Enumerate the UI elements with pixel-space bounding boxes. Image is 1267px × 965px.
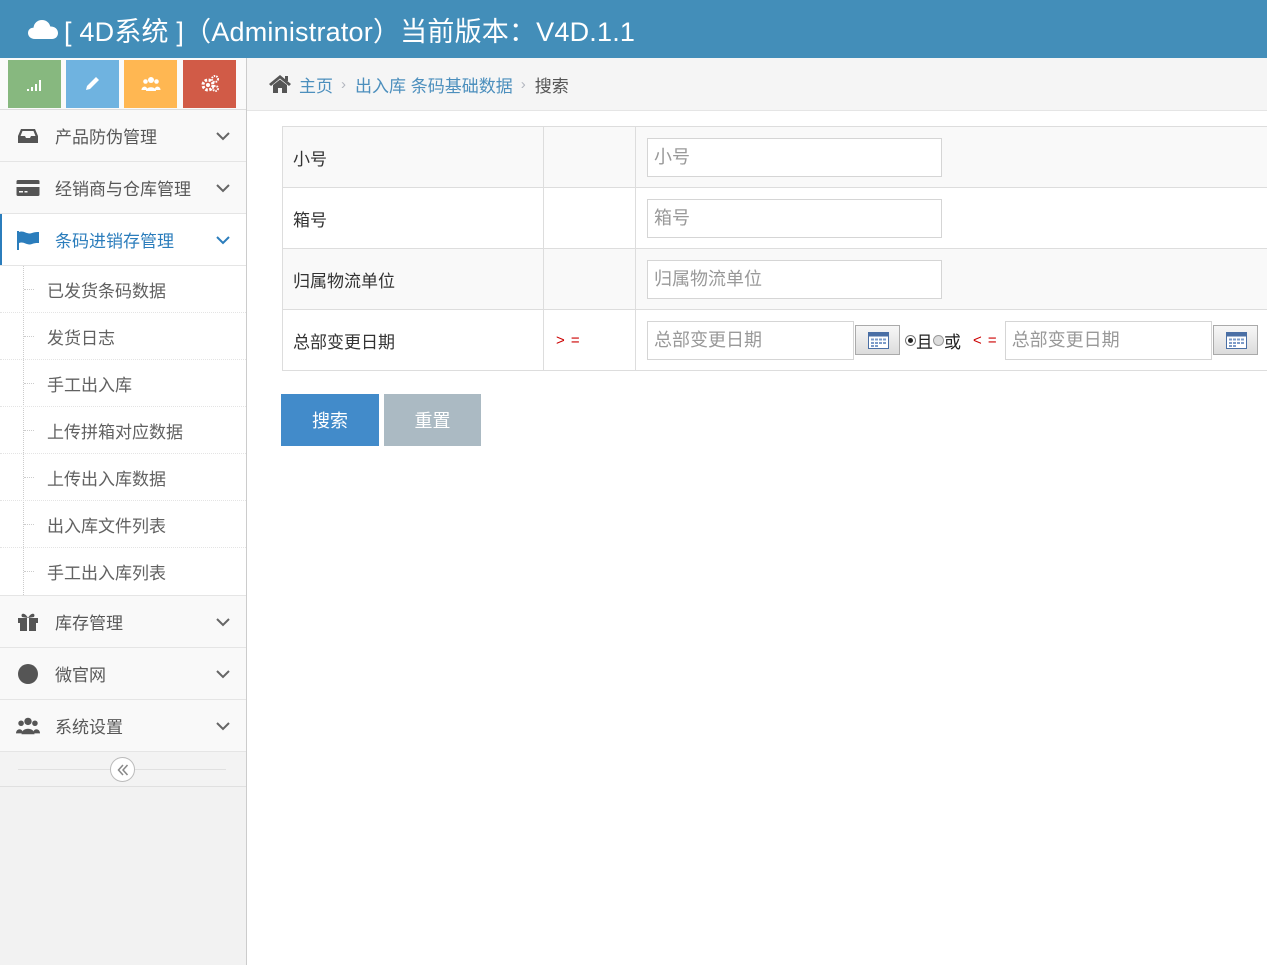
change-date-label: 总部变更日期: [282, 309, 544, 371]
home-icon: [269, 75, 291, 93]
sidebar-subitem-label: 手工出入库: [47, 375, 132, 395]
search-form-table: 小号 箱号 归属物流单位 总部变更日期 > = 且或 < =: [282, 126, 1267, 371]
box-no-label: 箱号: [282, 187, 544, 249]
sidebar-item-anti-counterfeit[interactable]: 产品防伪管理: [0, 110, 246, 162]
sidebar-item-label: 系统设置: [55, 718, 123, 737]
operator-gte: > =: [543, 309, 636, 371]
sidebar-subitem-label: 发货日志: [47, 328, 115, 348]
operator-cell: [543, 187, 636, 249]
cogs-icon: [201, 75, 219, 92]
sidebar-subitem-label: 上传拼箱对应数据: [47, 422, 183, 442]
sidebar-subitem-manual-inout[interactable]: 手工出入库: [0, 360, 246, 407]
app-title: [ 4D系统 ]（Administrator）当前版本：V4D.1.1: [64, 16, 636, 47]
change-date-to-input[interactable]: [1004, 320, 1212, 360]
gift-icon: [16, 612, 40, 632]
value-cell: [635, 248, 1267, 310]
reset-button[interactable]: 重置: [384, 394, 481, 446]
chevron-down-icon: [216, 721, 230, 730]
search-button[interactable]: 搜索: [281, 394, 379, 446]
sidebar-item-micro-site[interactable]: 微官网: [0, 648, 246, 700]
pencil-icon: [85, 77, 99, 90]
small-no-input[interactable]: [647, 137, 942, 177]
value-cell: [635, 187, 1267, 249]
sidebar-subitem-label: 出入库文件列表: [47, 516, 166, 536]
and-radio[interactable]: [905, 334, 916, 346]
breadcrumb: 主页 › 出入库 条码基础数据 › 搜索: [247, 58, 1267, 111]
value-cell: 且或 < =: [635, 309, 1267, 371]
sidebar-collapse-button[interactable]: [110, 757, 135, 782]
sidebar-subitem-label: 手工出入库列表: [47, 564, 166, 583]
sidebar-subitem-shipping-log[interactable]: 发货日志: [0, 313, 246, 360]
calendar-icon: [868, 332, 889, 349]
sidebar-shortcuts: [0, 58, 246, 110]
sidebar-collapse-bar: [0, 752, 246, 787]
chevron-down-icon: [216, 617, 230, 626]
credit-card-icon: [16, 178, 40, 198]
breadcrumb-separator-icon: ›: [341, 75, 346, 93]
flag-icon: [16, 230, 40, 250]
and-radio-label: 且: [916, 332, 933, 352]
sidebar-item-label: 微官网: [55, 666, 106, 685]
navbar: [ 4D系统 ]（Administrator）当前版本：V4D.1.1: [0, 0, 1267, 58]
form-row-change-date: 总部变更日期 > = 且或 < =: [282, 309, 1267, 371]
sidebar-subitem-upload-box-mapping[interactable]: 上传拼箱对应数据: [0, 407, 246, 454]
sidebar-subitem-upload-inout-data[interactable]: 上传出入库数据: [0, 454, 246, 501]
chevron-down-icon: [216, 235, 230, 244]
breadcrumb-current: 搜索: [534, 76, 569, 96]
breadcrumb-home-link[interactable]: 主页: [299, 72, 333, 97]
sidebar-item-label: 经销商与仓库管理: [55, 180, 191, 199]
change-date-from-input[interactable]: [647, 320, 854, 360]
date-from-picker-button[interactable]: [855, 325, 900, 355]
breadcrumb-separator-icon: ›: [520, 75, 526, 93]
or-radio-label: 或: [944, 332, 961, 352]
date-to-picker-button[interactable]: [1212, 325, 1258, 355]
cloud-icon: [28, 20, 58, 39]
sidebar-subitem-manual-inout-list[interactable]: 手工出入库列表: [0, 548, 246, 595]
chevron-down-icon: [216, 131, 230, 140]
form-row-small-no: 小号: [282, 126, 1267, 188]
shortcut-settings-button[interactable]: [183, 60, 236, 108]
sidebar-submenu: 已发货条码数据 发货日志 手工出入库 上传拼箱对应数据 上传出入库数据 出入库文…: [0, 266, 246, 596]
sidebar-subitem-label: 上传出入库数据: [47, 469, 166, 489]
and-or-radio-group: 且或: [905, 328, 961, 353]
value-cell: [635, 126, 1267, 188]
or-radio[interactable]: [933, 334, 944, 346]
sidebar-item-label: 库存管理: [55, 614, 123, 633]
small-no-label: 小号: [282, 126, 544, 188]
chevron-down-icon: [216, 669, 230, 678]
chevron-down-icon: [216, 183, 230, 192]
operator-cell: [543, 126, 636, 188]
inbox-icon: [16, 126, 40, 146]
sidebar-item-label: 产品防伪管理: [55, 128, 157, 147]
form-row-logistics: 归属物流单位: [282, 248, 1267, 310]
sidebar-subitem-shipped-barcodes[interactable]: 已发货条码数据: [0, 266, 246, 313]
logistics-label: 归属物流单位: [282, 248, 544, 310]
sidebar-item-stock[interactable]: 库存管理: [0, 596, 246, 648]
users-icon: [16, 716, 40, 736]
sidebar-subitem-inout-file-list[interactable]: 出入库文件列表: [0, 501, 246, 548]
breadcrumb-parent-link[interactable]: 出入库 条码基础数据: [355, 72, 513, 97]
shortcut-edit-button[interactable]: [66, 60, 119, 108]
operator-lte: < =: [973, 331, 998, 349]
sidebar-item-system-settings[interactable]: 系统设置: [0, 700, 246, 752]
sidebar-item-dealer-warehouse[interactable]: 经销商与仓库管理: [0, 162, 246, 214]
form-row-box-no: 箱号: [282, 187, 1267, 249]
sidebar: 产品防伪管理 经销商与仓库管理 条码进销存管理 已发货条码数据 发货日志 手工出…: [0, 58, 247, 965]
sidebar-item-barcode-inventory[interactable]: 条码进销存管理: [0, 214, 246, 266]
sidebar-item-label: 条码进销存管理: [55, 232, 174, 251]
logistics-input[interactable]: [647, 259, 942, 299]
shortcut-stats-button[interactable]: [8, 60, 61, 108]
shortcut-users-button[interactable]: [124, 60, 177, 108]
signal-icon: [26, 80, 41, 91]
circle-icon: [16, 663, 40, 684]
users-icon: [141, 77, 160, 91]
calendar-icon: [1225, 332, 1247, 349]
sidebar-subitem-label: 已发货条码数据: [47, 281, 166, 301]
box-no-input[interactable]: [647, 198, 942, 238]
operator-cell: [543, 248, 636, 310]
double-chevron-left-icon: [116, 763, 128, 776]
